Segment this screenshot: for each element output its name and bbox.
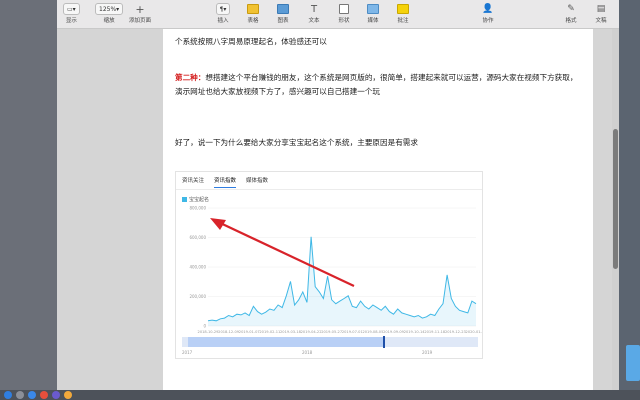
document-button[interactable]: ▤ 文稿 <box>593 3 609 25</box>
folder-icon[interactable] <box>626 345 640 381</box>
y-tick-label: 400,000 <box>189 265 206 270</box>
plus-icon: + <box>135 2 145 16</box>
table-icon <box>247 4 259 14</box>
scroller-year-label: 2017 <box>182 350 193 355</box>
tab-news-index: 资讯指数 <box>214 176 237 188</box>
chart-plot: 800,000600,000400,000200,00002018-10-29 2… <box>189 206 482 335</box>
annotation-arrow-shaft <box>215 220 355 287</box>
comment-icon <box>397 4 409 14</box>
vertical-scrollbar[interactable] <box>612 29 619 390</box>
y-tick-label: 800,000 <box>189 206 206 211</box>
tab-divider <box>176 189 482 190</box>
safari-icon[interactable] <box>28 391 36 399</box>
x-tick-label: 2020-01-27 <box>466 330 482 334</box>
finder-icon[interactable] <box>4 391 12 399</box>
x-tick-label: 2019-04-22 <box>301 330 322 334</box>
tab-media-index: 媒体指数 <box>246 178 269 184</box>
app-icon[interactable] <box>52 391 60 399</box>
document-canvas: 个系统按照八字周易原理起名，体验感还可以 第二种：想搭建这个平台赚钱的朋友，这个… <box>57 29 619 390</box>
scrollbar-thumb[interactable] <box>613 129 618 269</box>
shape-button[interactable]: 形状 <box>336 3 352 25</box>
scroller-handle[interactable] <box>383 336 386 348</box>
text-button[interactable]: T 文本 <box>306 3 322 25</box>
x-tick-label: 2019-01-07 <box>239 330 260 334</box>
format-button[interactable]: ✎ 格式 <box>563 3 579 25</box>
x-tick-label: 2019-03-18 <box>280 330 302 334</box>
x-tick-label: 2019-05-27 <box>321 330 342 334</box>
y-tick-label: 0 <box>203 324 206 329</box>
x-tick-label: 2019-11-18 <box>424 330 446 334</box>
table-button[interactable]: 表格 <box>245 3 261 25</box>
format-icon: ✎ <box>567 4 575 14</box>
toolbar: ▭▾ 显示 125% ▾ 缩放 + 添加页面 ¶▾ 插入 表格 图表 T 文本 形… <box>57 0 619 29</box>
zoom-icon: 125% ▾ <box>95 3 124 15</box>
x-tick-label: 2018-12-09 <box>218 330 240 334</box>
range-scroller[interactable] <box>182 336 478 348</box>
comment-button[interactable]: 批注 <box>395 3 411 25</box>
shape-icon <box>339 4 349 14</box>
x-tick-label: 2019-02-11 <box>259 330 280 334</box>
app-icon[interactable] <box>40 391 48 399</box>
text-icon: T <box>310 3 318 15</box>
x-tick-label: 2019-12-23 <box>445 330 466 334</box>
zoom-button[interactable]: 125% ▾ 缩放 <box>95 3 124 25</box>
tab-news-follow: 资讯关注 <box>182 178 205 184</box>
scroller-year-label: 2019 <box>422 350 433 355</box>
media-button[interactable]: 媒体 <box>365 3 381 25</box>
media-icon <box>367 4 379 14</box>
embedded-chart-image[interactable]: 资讯关注 资讯指数 媒体指数 宝宝起名 800,000 600,000 400,00… <box>175 171 483 359</box>
launchpad-icon[interactable] <box>16 391 24 399</box>
x-tick-label: 2019-08-05 <box>362 330 383 334</box>
paragraph-3[interactable]: 好了，说一下为什么要给大家分享宝宝起名这个系统，主要原因是有需求 <box>175 136 579 150</box>
x-tick-label: 2019-10-14 <box>404 330 426 334</box>
x-tick-label: 2019-09-09 <box>383 330 405 334</box>
add-page-button[interactable]: + 添加页面 <box>129 3 151 25</box>
collaborate-button[interactable]: 👤 协作 <box>480 3 496 25</box>
y-tick-label: 200,000 <box>189 294 206 299</box>
paragraph-icon: ¶▾ <box>215 3 231 15</box>
y-tick-label: 600,000 <box>189 235 206 240</box>
desktop-right-edge <box>619 0 640 390</box>
chart-icon <box>277 4 289 14</box>
paragraph-2[interactable]: 第二种：想搭建这个平台赚钱的朋友，这个系统是网页版的，很简单，搭建起来就可以运营… <box>175 71 579 99</box>
chart-tabs: 资讯关注 资讯指数 媒体指数 <box>182 176 268 188</box>
insert-button[interactable]: ¶▾ 插入 <box>215 3 231 25</box>
x-tick-label: 2019-07-01 <box>342 330 363 334</box>
sidebar-icon: ▭▾ <box>63 3 80 15</box>
collaborate-icon: 👤 <box>482 4 494 14</box>
x-tick-label: 2018-10-29 <box>198 330 220 334</box>
document-page[interactable]: 个系统按照八字周易原理起名，体验感还可以 第二种：想搭建这个平台赚钱的朋友，这个… <box>163 29 593 390</box>
paragraph-1[interactable]: 个系统按照八字周易原理起名，体验感还可以 <box>175 35 579 49</box>
dock <box>0 390 640 400</box>
scroller-selection <box>187 337 384 347</box>
document-icon: ▤ <box>596 4 606 14</box>
app-icon[interactable] <box>64 391 72 399</box>
view-button[interactable]: ▭▾ 显示 <box>63 3 80 25</box>
chart-button[interactable]: 图表 <box>275 3 291 25</box>
scroller-year-label: 2018 <box>302 350 313 355</box>
